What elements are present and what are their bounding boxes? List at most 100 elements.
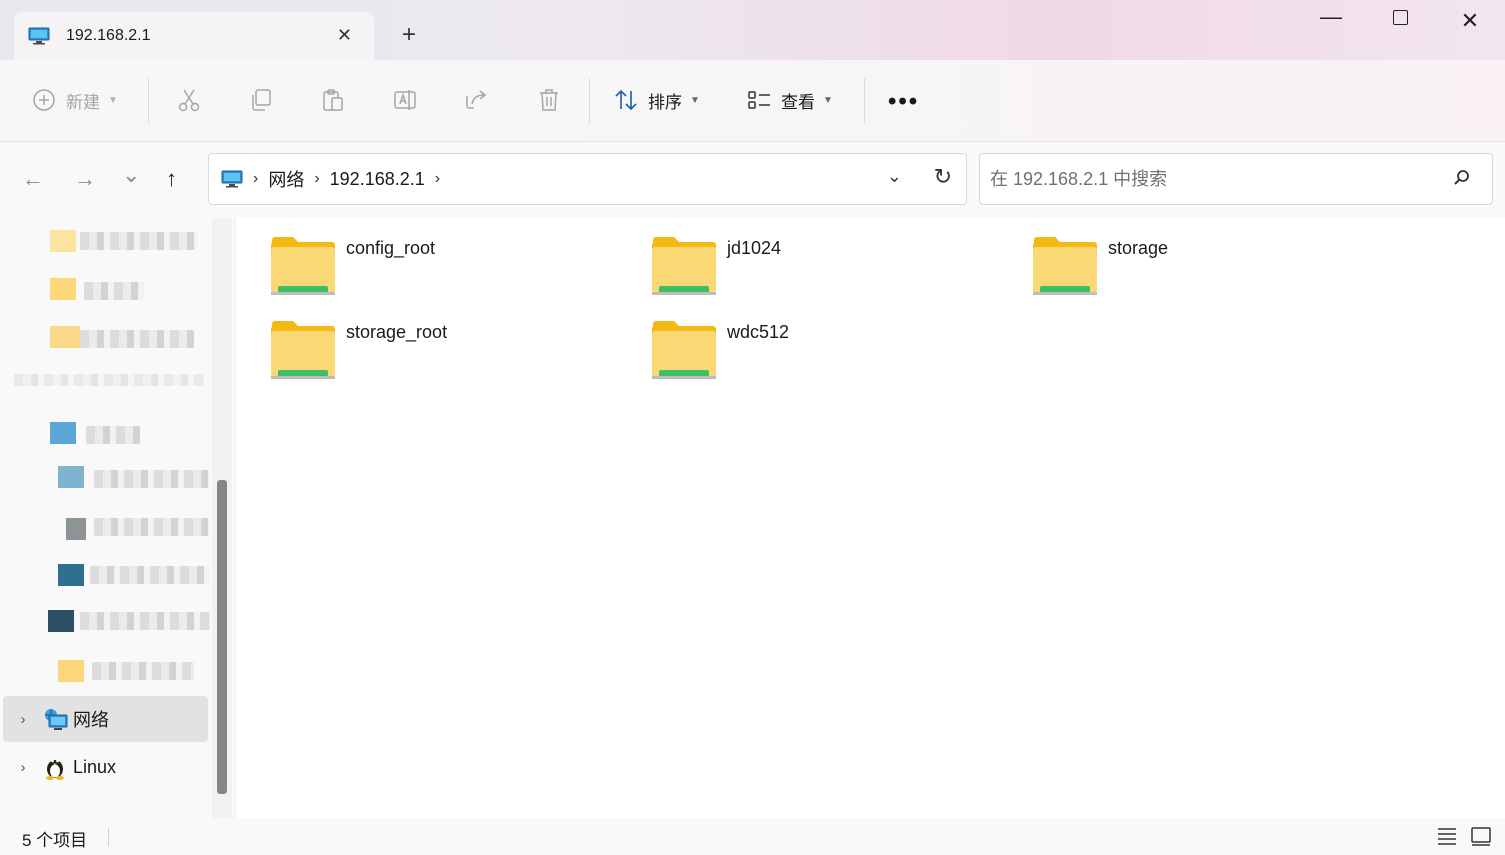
rename-button[interactable] [391, 86, 419, 114]
search-input[interactable] [990, 164, 1430, 194]
folder-name: storage [1108, 238, 1169, 258]
folder-name: wdc512 [727, 322, 790, 342]
folder-name: jd1024 [727, 238, 782, 258]
refresh-icon[interactable]: ↻ [934, 164, 952, 190]
new-label: 新建 [66, 92, 100, 112]
delete-button[interactable] [535, 86, 563, 114]
sidebar-item-linux[interactable]: › Linux [3, 744, 208, 790]
title-bar: 192.168.2.1 ✕ + — ✕ [0, 0, 1505, 60]
rename-icon [391, 86, 419, 114]
blurred-item [90, 566, 210, 584]
large-icons-view-icon[interactable] [1470, 826, 1492, 846]
blurred-item [94, 518, 210, 536]
folder-name: storage_root [346, 322, 448, 342]
blurred-item [80, 232, 198, 250]
copy-button[interactable] [247, 86, 275, 114]
blurred-drive-icon [66, 518, 86, 540]
blurred-folder-icon [50, 230, 76, 252]
tab-title: 192.168.2.1 [66, 27, 151, 44]
paste-button[interactable] [319, 86, 347, 114]
breadcrumb-separator[interactable]: › [435, 170, 440, 188]
blurred-drive-icon [58, 564, 84, 586]
view-button[interactable]: 查看 ▼ [745, 86, 833, 114]
blurred-item [94, 470, 210, 488]
breadcrumb-host[interactable]: 192.168.2.1 [330, 169, 425, 190]
tab-close-icon[interactable]: ✕ [337, 25, 352, 46]
scissors-icon [175, 86, 203, 114]
sort-button[interactable]: 排序 ▼ [612, 86, 700, 114]
chevron-right-icon[interactable]: › [3, 711, 43, 728]
folder-item-storage[interactable]: storage [1032, 236, 1352, 306]
search-box[interactable] [979, 153, 1493, 205]
shared-folder-icon [271, 237, 335, 295]
blurred-drive-icon [58, 466, 84, 488]
item-count: 5 个项目 [22, 831, 88, 850]
computer-icon [28, 27, 50, 45]
sidebar-item-network[interactable]: › 网络 [3, 696, 208, 742]
trash-icon [535, 86, 563, 114]
address-bar[interactable]: › 网络 › 192.168.2.1 › ⌄ ↻ [208, 153, 967, 205]
search-icon [1454, 170, 1469, 185]
sidebar-scrollbar-thumb[interactable] [217, 480, 227, 794]
shared-folder-icon [271, 321, 335, 379]
back-button[interactable]: ← [22, 166, 44, 192]
file-list-area: config_root jd1024 storage storage_root … [236, 218, 1505, 818]
blurred-item [92, 662, 194, 680]
toolbar-divider [864, 78, 865, 124]
sort-label: 排序 [648, 92, 682, 112]
toolbar-divider [148, 78, 149, 124]
blurred-item [80, 330, 194, 348]
chevron-down-icon: ▼ [690, 94, 700, 106]
recent-locations-button[interactable]: ⌄ [122, 162, 140, 188]
clipboard-icon [319, 86, 347, 114]
breadcrumb-separator[interactable]: › [253, 170, 258, 188]
navigation-pane: › 网络 › Linux [0, 218, 234, 818]
share-button[interactable] [463, 86, 491, 114]
folder-name: config_root [346, 238, 436, 258]
blurred-item [14, 374, 204, 386]
chevron-down-icon: ▼ [823, 94, 833, 106]
status-divider [108, 828, 109, 846]
blurred-item [86, 426, 140, 444]
folder-item-jd1024[interactable]: jd1024 [651, 236, 971, 306]
new-tab-button[interactable]: + [402, 22, 416, 48]
breadcrumb-separator[interactable]: › [314, 170, 319, 188]
view-list-icon [745, 86, 773, 114]
view-label: 查看 [781, 92, 815, 112]
more-options-button[interactable]: ••• [888, 88, 919, 116]
minimize-button[interactable]: — [1308, 4, 1354, 30]
copy-icon [247, 86, 275, 114]
computer-icon [221, 170, 243, 188]
folder-item-config-root[interactable]: config_root [270, 236, 590, 306]
up-button[interactable]: ↑ [166, 166, 177, 192]
network-icon [43, 706, 69, 732]
linux-penguin-icon [43, 754, 69, 780]
new-button[interactable]: 新建 ▼ [30, 86, 118, 114]
shared-folder-icon [652, 321, 716, 379]
forward-button[interactable]: → [74, 166, 96, 192]
blurred-item [84, 282, 144, 300]
blurred-folder-icon [50, 278, 76, 300]
maximize-icon [1392, 10, 1408, 25]
status-bar: 5 个项目 [0, 818, 1505, 855]
sidebar-item-label: 网络 [73, 710, 109, 730]
tab-current[interactable]: 192.168.2.1 ✕ [14, 12, 374, 60]
shared-folder-icon [652, 237, 716, 295]
share-icon [463, 86, 491, 114]
blurred-folder-icon [58, 660, 84, 682]
close-window-button[interactable]: ✕ [1447, 8, 1493, 34]
folder-item-storage-root[interactable]: storage_root [270, 320, 590, 390]
breadcrumb-network[interactable]: 网络 [268, 166, 304, 192]
plus-circle-icon [30, 86, 58, 114]
toolbar-divider [589, 78, 590, 124]
chevron-down-icon: ▼ [108, 94, 118, 106]
command-bar: 新建 ▼ 排序 ▼ 查看 ▼ ••• [0, 60, 1505, 142]
address-dropdown-icon[interactable]: ⌄ [887, 166, 902, 187]
sidebar-item-label: Linux [73, 756, 117, 777]
blurred-drive-icon [50, 422, 76, 444]
details-view-icon[interactable] [1436, 826, 1458, 846]
maximize-button[interactable] [1377, 10, 1423, 30]
cut-button[interactable] [175, 86, 203, 114]
chevron-right-icon[interactable]: › [3, 759, 43, 776]
folder-item-wdc512[interactable]: wdc512 [651, 320, 971, 390]
